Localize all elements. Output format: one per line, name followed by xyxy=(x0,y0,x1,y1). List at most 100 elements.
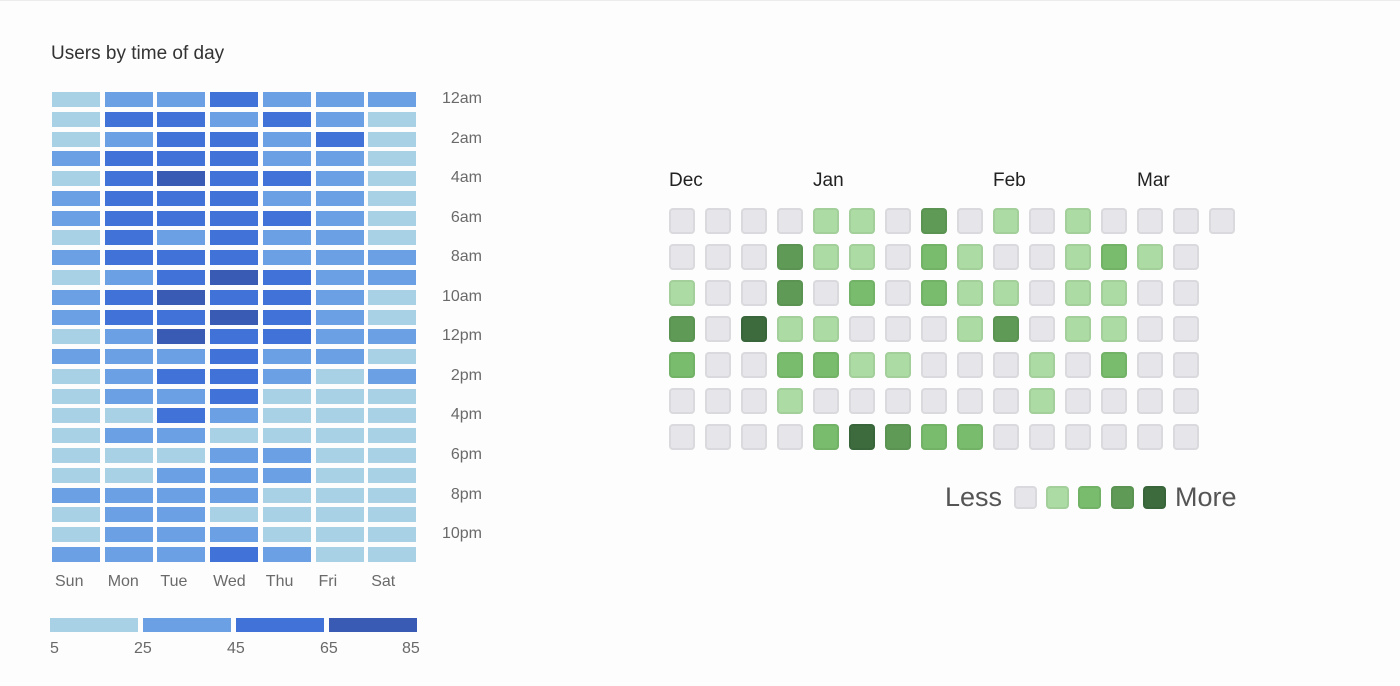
heatmap-cell-sat-6pm xyxy=(368,448,417,464)
calendar-day-cell xyxy=(741,280,767,306)
calendar-day-cell xyxy=(1065,388,1091,414)
heatmap-cell-fri-1am xyxy=(315,111,364,127)
calendar-day-cell xyxy=(777,244,803,270)
calendar-day-cell xyxy=(1137,316,1163,342)
heatmap-cell-mon-12pm xyxy=(104,329,153,345)
heatmap-cell-sun-4am xyxy=(52,171,100,187)
heatmap-cell-fri-2pm xyxy=(315,368,364,384)
calendar-day-cell xyxy=(1065,244,1091,270)
heatmap-cell-wed-9am xyxy=(210,270,259,286)
heatmap-cell-wed-5am xyxy=(210,190,259,206)
heatmap-cell-sat-2am xyxy=(368,131,417,147)
heatmap-cell-tue-8pm xyxy=(157,487,206,503)
heatmap-cell-mon-7am xyxy=(104,230,153,246)
calendar-day-cell xyxy=(885,388,911,414)
heatmap-cell-thu-1pm xyxy=(262,349,311,365)
heatmap-cell-sun-11pm xyxy=(52,546,100,562)
heatmap-cell-wed-4am xyxy=(210,171,259,187)
calendar-day-cell xyxy=(705,424,731,450)
heatmap-cell-sat-11pm xyxy=(368,546,417,562)
calendar-day-cell xyxy=(1065,424,1091,450)
calendar-day-cell xyxy=(705,316,731,342)
calendar-day-cell xyxy=(993,208,1019,234)
heatmap-cell-mon-12am xyxy=(104,92,153,107)
calendar-day-cell xyxy=(705,280,731,306)
heatmap-cell-sun-6pm xyxy=(52,448,100,464)
scale-tick-label: 45 xyxy=(227,640,245,657)
calendar-day-cell xyxy=(813,352,839,378)
legend-more-label: More xyxy=(1175,482,1237,512)
calendar-day-cell xyxy=(1065,280,1091,306)
heatmap-cell-tue-8am xyxy=(157,250,206,266)
heatmap-cell-thu-7am xyxy=(262,230,311,246)
heatmap-cell-tue-3am xyxy=(157,151,206,167)
hour-tick-label: 12am xyxy=(441,90,482,107)
calendar-day-cell xyxy=(1137,244,1163,270)
heatmap-cell-sat-5am xyxy=(368,190,417,206)
heatmap-cell-fri-8am xyxy=(315,250,364,266)
heatmap-cell-sat-10pm xyxy=(368,527,417,543)
heatmap-cell-mon-4am xyxy=(104,171,153,187)
day-tick-label: Wed xyxy=(213,573,246,590)
calendar-day-cell xyxy=(741,316,767,342)
calendar-day-cell xyxy=(813,388,839,414)
calendar-day-cell xyxy=(1029,280,1055,306)
calendar-day-cell xyxy=(1029,424,1055,450)
heatmap-cell-fri-2am xyxy=(315,131,364,147)
heatmap-cell-mon-6am xyxy=(104,210,153,226)
heatmap-cell-mon-3am xyxy=(104,151,153,167)
heatmap-cell-sun-6am xyxy=(52,210,100,226)
scale-tick-label: 65 xyxy=(320,640,338,657)
heatmap-cell-sat-11am xyxy=(368,309,417,325)
heatmap-cell-sat-4am xyxy=(368,171,417,187)
hour-tick-label: 6pm xyxy=(450,446,482,464)
calendar-day-cell xyxy=(813,424,839,450)
heatmap-cell-tue-9pm xyxy=(157,507,206,523)
calendar-day-cell xyxy=(921,316,947,342)
calendar-day-cell xyxy=(885,316,911,342)
heatmap-cell-mon-10pm xyxy=(104,527,153,543)
heatmap-cell-tue-5am xyxy=(157,190,206,206)
day-tick-label: Sat xyxy=(371,573,396,590)
hour-tick-label: 6am xyxy=(450,208,482,226)
heatmap-cell-fri-1pm xyxy=(315,349,364,365)
heatmap-cell-wed-3pm xyxy=(210,388,259,404)
heatmap-cell-mon-4pm xyxy=(104,408,153,424)
heatmap-cell-fri-10am xyxy=(315,289,364,305)
heatmap-cell-sat-10am xyxy=(368,289,417,305)
heatmap-cell-thu-11pm xyxy=(262,546,311,562)
calendar-day-cell xyxy=(921,352,947,378)
calendar-day-cell xyxy=(1173,244,1199,270)
heatmap-cell-mon-9pm xyxy=(104,507,153,523)
heatmap-cell-wed-6am xyxy=(210,210,259,226)
heatmap-cell-wed-10pm xyxy=(210,527,259,543)
heatmap-cell-sat-1am xyxy=(368,111,417,127)
heatmap-cell-thu-10pm xyxy=(262,527,311,543)
heatmap-cell-thu-5pm xyxy=(262,428,311,444)
legend-level-swatch xyxy=(1142,486,1166,509)
heatmap-cell-sun-11am xyxy=(52,309,100,325)
calendar-day-cell xyxy=(993,352,1019,378)
heatmap-cell-sat-8am xyxy=(368,250,417,266)
heatmap-cell-fri-10pm xyxy=(315,527,364,543)
day-tick-label: Fri xyxy=(318,573,338,590)
calendar-day-cell xyxy=(813,244,839,270)
heatmap-cell-thu-1am xyxy=(262,111,311,127)
calendar-day-cell xyxy=(849,388,875,414)
calendar-day-cell xyxy=(1101,316,1127,342)
calendar-day-cell xyxy=(1065,316,1091,342)
calendar-day-cell xyxy=(1029,352,1055,378)
hour-tick-label: 12pm xyxy=(441,327,482,345)
calendar-day-cell xyxy=(705,244,731,270)
heatmap-cell-tue-6pm xyxy=(157,448,206,464)
calendar-day-cell xyxy=(669,352,695,378)
heatmap-cell-wed-1am xyxy=(210,111,259,127)
heatmap-cell-wed-1pm xyxy=(210,349,259,365)
calendar-day-cell xyxy=(957,388,983,414)
heatmap-cell-sun-8am xyxy=(52,250,100,266)
heatmap-cell-tue-9am xyxy=(157,270,206,286)
calendar-day-cell xyxy=(741,424,767,450)
heatmap-cell-wed-2am xyxy=(210,131,259,147)
calendar-day-cell xyxy=(1173,424,1199,450)
calendar-day-cell xyxy=(1137,280,1163,306)
